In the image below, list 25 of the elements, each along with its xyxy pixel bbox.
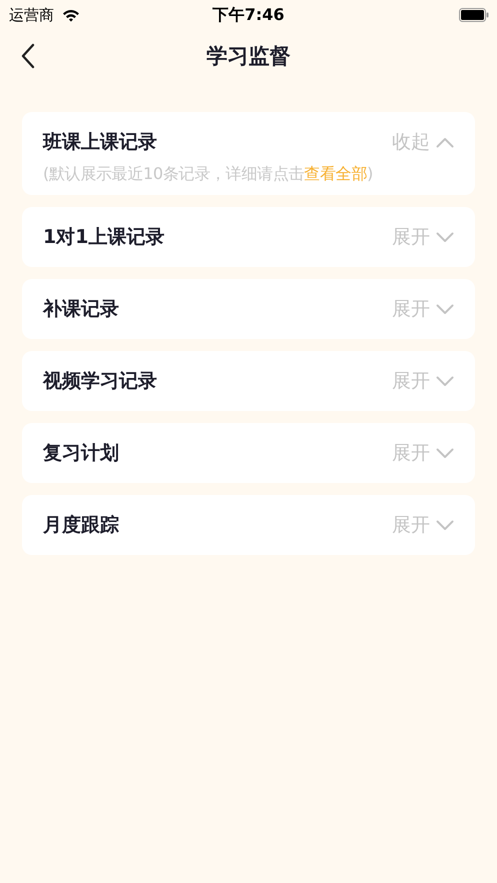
- section-title: 补课记录: [43, 297, 119, 322]
- section-title: 复习计划: [43, 441, 119, 466]
- chevron-icon: [436, 304, 454, 314]
- chevron-icon: [436, 136, 454, 148]
- toggle-button[interactable]: 展开: [392, 440, 454, 466]
- status-time: 下午7:46: [212, 4, 284, 26]
- battery-icon: [459, 8, 489, 22]
- toggle-button[interactable]: 展开: [392, 224, 454, 250]
- section-title: 1对1上课记录: [43, 225, 164, 250]
- toggle-button[interactable]: 展开: [392, 296, 454, 322]
- section-title: 月度跟踪: [43, 513, 119, 538]
- page-title: 学习监督: [206, 43, 290, 70]
- toggle-button[interactable]: 展开: [392, 368, 454, 394]
- section-title: 班课上课记录: [43, 130, 157, 155]
- wifi-icon: [62, 8, 80, 22]
- chevron-icon: [436, 448, 454, 458]
- toggle-button[interactable]: 展开: [392, 512, 454, 538]
- chevron-icon: [436, 232, 454, 242]
- section-title: 视频学习记录: [43, 369, 157, 394]
- chevron-icon: [436, 376, 454, 386]
- toggle-button[interactable]: 收起: [392, 129, 454, 155]
- view-all-link[interactable]: 查看全部: [304, 164, 368, 183]
- chevron-icon: [436, 520, 454, 530]
- carrier-name: 运营商: [9, 6, 54, 24]
- back-icon[interactable]: [21, 43, 35, 69]
